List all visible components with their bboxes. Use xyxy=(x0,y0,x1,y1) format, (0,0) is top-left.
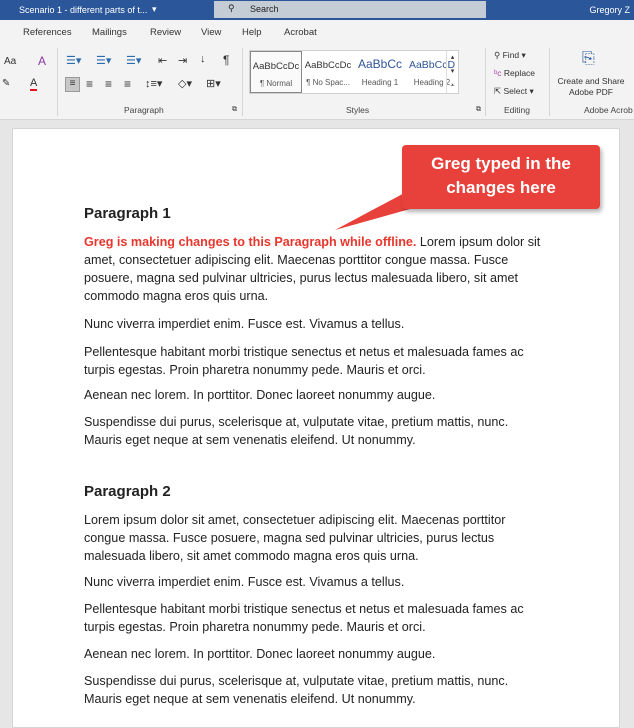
paragraph-2-line[interactable]: Aenean nec lorem. In porttitor. Donec la… xyxy=(84,645,544,663)
align-left-icon[interactable]: ≡ xyxy=(65,77,80,92)
select-button[interactable]: ⇱ Select ▾ xyxy=(494,86,534,97)
paragraph-1-line[interactable]: Pellentesque habitant morbi tristique se… xyxy=(84,343,544,379)
borders-icon[interactable]: ⊞▾ xyxy=(206,77,221,90)
paragraph-2-first[interactable]: Lorem ipsum dolor sit amet, consectetuer… xyxy=(84,511,544,565)
show-marks-icon[interactable]: ¶ xyxy=(223,53,229,67)
font-color-icon[interactable]: A xyxy=(30,78,38,91)
acrobat-group-label: Adobe Acrob xyxy=(584,105,633,115)
ribbon: Aa A A ✎ ☰▾ ☰▾ ☰▾ ⇤ ⇥ ↓ ¶ ≡ ≡ ≡ ≡ ↕≡▾ ◇▾… xyxy=(0,44,634,120)
tab-review[interactable]: Review xyxy=(150,27,181,38)
tab-mailings[interactable]: Mailings xyxy=(92,27,127,38)
document-title[interactable]: Scenario 1 - different parts of t... xyxy=(19,5,147,15)
styles-gallery: AaBbCcDc ¶ Normal AaBbCcDc ¶ No Spac... Aa… xyxy=(249,50,459,94)
style-normal[interactable]: AaBbCcDc ¶ Normal xyxy=(250,51,302,93)
search-box[interactable]: ⚲ Search xyxy=(214,1,486,18)
line-spacing-icon[interactable]: ↕≡▾ xyxy=(145,77,162,90)
replace-button[interactable]: ᵇc Replace xyxy=(494,68,535,78)
numbering-icon[interactable]: ☰▾ xyxy=(96,54,111,67)
paragraph-1-line[interactable]: Aenean nec lorem. In porttitor. Donec la… xyxy=(84,386,544,404)
tab-references[interactable]: References xyxy=(23,27,72,38)
cursor-icon: ⇱ xyxy=(494,86,502,96)
bullets-icon[interactable]: ☰▾ xyxy=(66,54,81,67)
shading-icon[interactable]: ◇▾ xyxy=(178,77,192,90)
create-share-pdf-button[interactable]: Create and Share Adobe PDF xyxy=(556,76,626,98)
paragraph-2-line[interactable]: Pellentesque habitant morbi tristique se… xyxy=(84,600,544,636)
share-pdf-icon[interactable]: ⎘ xyxy=(582,50,595,68)
increase-indent-icon[interactable]: ⇥ xyxy=(178,54,187,67)
paragraph-1-line[interactable]: Suspendisse dui purus, scelerisque at, v… xyxy=(84,413,544,449)
align-right-icon[interactable]: ≡ xyxy=(105,77,112,91)
paragraph-2-line[interactable]: Nunc viverra imperdiet enim. Fusce est. … xyxy=(84,573,544,591)
justify-icon[interactable]: ≡ xyxy=(124,77,131,91)
tab-help[interactable]: Help xyxy=(242,27,262,38)
replace-icon: ᵇc xyxy=(494,68,502,78)
tab-acrobat[interactable]: Acrobat xyxy=(284,27,317,38)
annotation-callout: Greg typed in the changes here xyxy=(402,145,600,209)
change-case-button[interactable]: Aa xyxy=(4,56,16,67)
style-heading-1[interactable]: AaBbCc Heading 1 xyxy=(354,51,406,93)
styles-launcher-icon[interactable]: ⧉ xyxy=(476,106,481,114)
editing-group-label: Editing xyxy=(504,105,530,115)
styles-scroll[interactable]: ▴ ▾ ⩡ xyxy=(446,51,458,93)
tab-view[interactable]: View xyxy=(201,27,221,38)
highlight-icon[interactable]: ✎ xyxy=(2,78,10,89)
paragraph-group-label: Paragraph xyxy=(124,105,164,115)
styles-group-label: Styles xyxy=(346,105,370,115)
user-name[interactable]: Gregory Z xyxy=(589,5,630,15)
title-bar: Scenario 1 - different parts of t... ▾ ⚲… xyxy=(0,0,634,20)
style-no-spacing[interactable]: AaBbCcDc ¶ No Spac... xyxy=(302,51,354,93)
search-icon: ⚲ xyxy=(228,3,235,13)
multilevel-list-icon[interactable]: ☰▾ xyxy=(126,54,141,67)
heading-paragraph-1: Paragraph 1 xyxy=(84,205,171,222)
find-button[interactable]: ⚲ Find ▾ xyxy=(494,50,526,61)
sort-icon[interactable]: ↓ xyxy=(200,53,206,65)
align-center-icon[interactable]: ≡ xyxy=(86,77,93,91)
paragraph-launcher-icon[interactable]: ⧉ xyxy=(232,106,237,114)
decrease-indent-icon[interactable]: ⇤ xyxy=(158,54,167,67)
clear-formatting-icon[interactable]: A xyxy=(38,54,46,68)
chevron-down-icon[interactable]: ▾ xyxy=(152,4,157,15)
search-placeholder: Search xyxy=(250,4,279,14)
heading-paragraph-2: Paragraph 2 xyxy=(84,483,171,500)
paragraph-1-first[interactable]: Greg is making changes to this Paragraph… xyxy=(84,233,544,305)
paragraph-1-line[interactable]: Nunc viverra imperdiet enim. Fusce est. … xyxy=(84,315,544,333)
ribbon-tabs: References Mailings Review View Help Acr… xyxy=(0,20,634,44)
find-icon: ⚲ xyxy=(494,50,501,60)
paragraph-2-line[interactable]: Suspendisse dui purus, scelerisque at, v… xyxy=(84,672,544,708)
